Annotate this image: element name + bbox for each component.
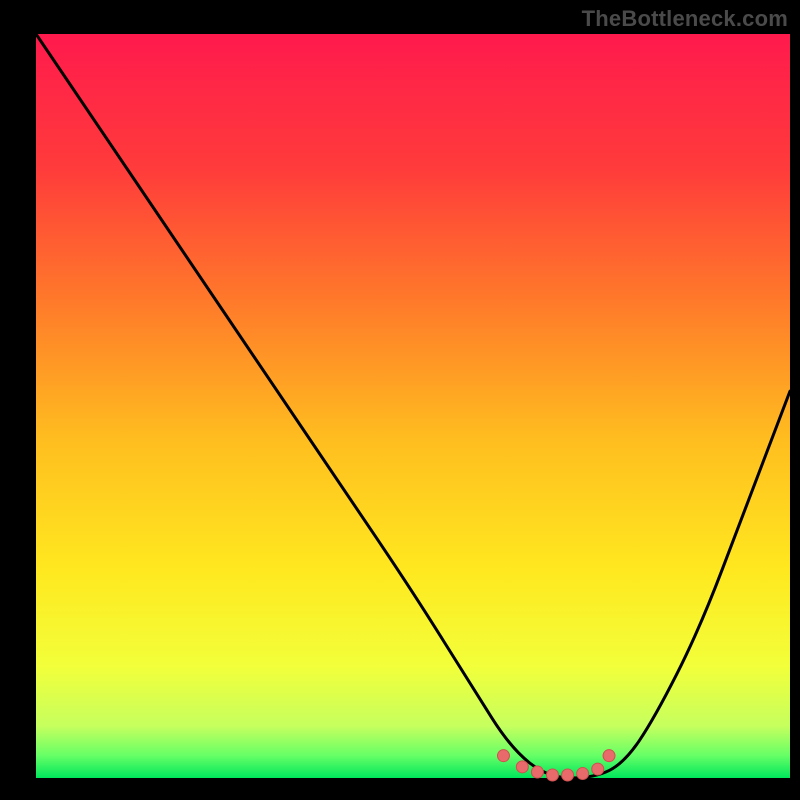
optimal-marker <box>603 750 615 762</box>
optimal-marker <box>516 761 528 773</box>
optimal-marker <box>562 769 574 781</box>
bottleneck-chart <box>0 0 800 800</box>
optimal-marker <box>592 763 604 775</box>
watermark-text: TheBottleneck.com <box>582 6 788 32</box>
optimal-marker <box>497 750 509 762</box>
optimal-marker <box>531 766 543 778</box>
gradient-background <box>36 34 790 778</box>
chart-frame: TheBottleneck.com <box>0 0 800 800</box>
optimal-marker <box>577 768 589 780</box>
optimal-marker <box>546 769 558 781</box>
